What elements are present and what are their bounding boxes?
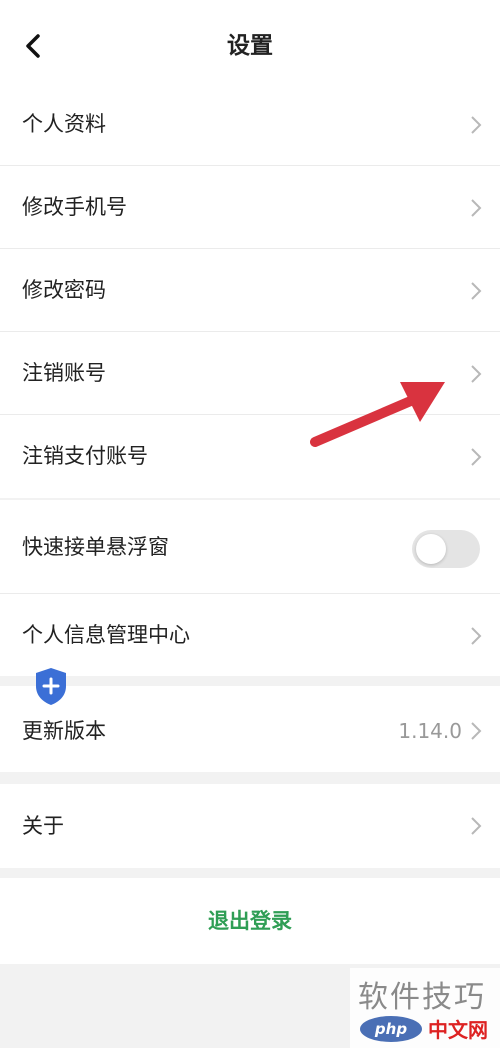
- chevron-right-icon: [471, 817, 482, 835]
- list-item-change-phone[interactable]: 修改手机号: [0, 166, 500, 249]
- version-group: 更新版本 1.14.0: [0, 686, 500, 772]
- list-item-label: 修改密码: [22, 278, 106, 302]
- logout-button[interactable]: 退出登录: [0, 878, 500, 964]
- list-item-label: 注销支付账号: [22, 444, 148, 468]
- chevron-right-icon: [471, 627, 482, 645]
- watermark: 软件技巧 php 中文网: [350, 968, 500, 1048]
- list-item-label: 修改手机号: [22, 195, 127, 219]
- list-item-about[interactable]: 关于: [0, 784, 500, 868]
- chevron-right-icon: [471, 116, 482, 134]
- list-item-label: 关于: [22, 814, 64, 838]
- list-item-label: 注销账号: [22, 361, 106, 385]
- list-item-quick-order-float: 快速接单悬浮窗: [0, 500, 500, 594]
- shield-plus-icon[interactable]: [32, 666, 70, 706]
- version-value: 1.14.0: [398, 719, 462, 743]
- list-item-label: 个人信息管理中心: [22, 623, 190, 647]
- chevron-right-icon: [471, 365, 482, 383]
- list-item-label: 快速接单悬浮窗: [22, 535, 169, 559]
- watermark-text: 软件技巧: [358, 980, 486, 1015]
- annotation-arrow-icon: [310, 382, 445, 447]
- chevron-right-icon: [471, 448, 482, 466]
- php-logo: php: [360, 1016, 422, 1042]
- chevron-right-icon: [471, 722, 482, 740]
- chevron-right-icon: [471, 282, 482, 300]
- chevron-right-icon: [471, 199, 482, 217]
- about-group: 关于: [0, 784, 500, 868]
- feature-settings-group: 快速接单悬浮窗 个人信息管理中心: [0, 500, 500, 676]
- list-item-personal-info-center[interactable]: 个人信息管理中心: [0, 594, 500, 676]
- list-item-profile[interactable]: 个人资料: [0, 83, 500, 166]
- top-bar: 设置: [0, 0, 500, 88]
- quick-order-float-toggle[interactable]: [412, 530, 480, 568]
- toggle-knob: [416, 534, 446, 564]
- watermark-site-name: 中文网: [428, 1018, 488, 1042]
- list-item-label: 个人资料: [22, 112, 106, 136]
- list-item-update-version[interactable]: 更新版本 1.14.0: [0, 686, 500, 772]
- page-title: 设置: [227, 33, 273, 59]
- list-item-change-password[interactable]: 修改密码: [0, 249, 500, 332]
